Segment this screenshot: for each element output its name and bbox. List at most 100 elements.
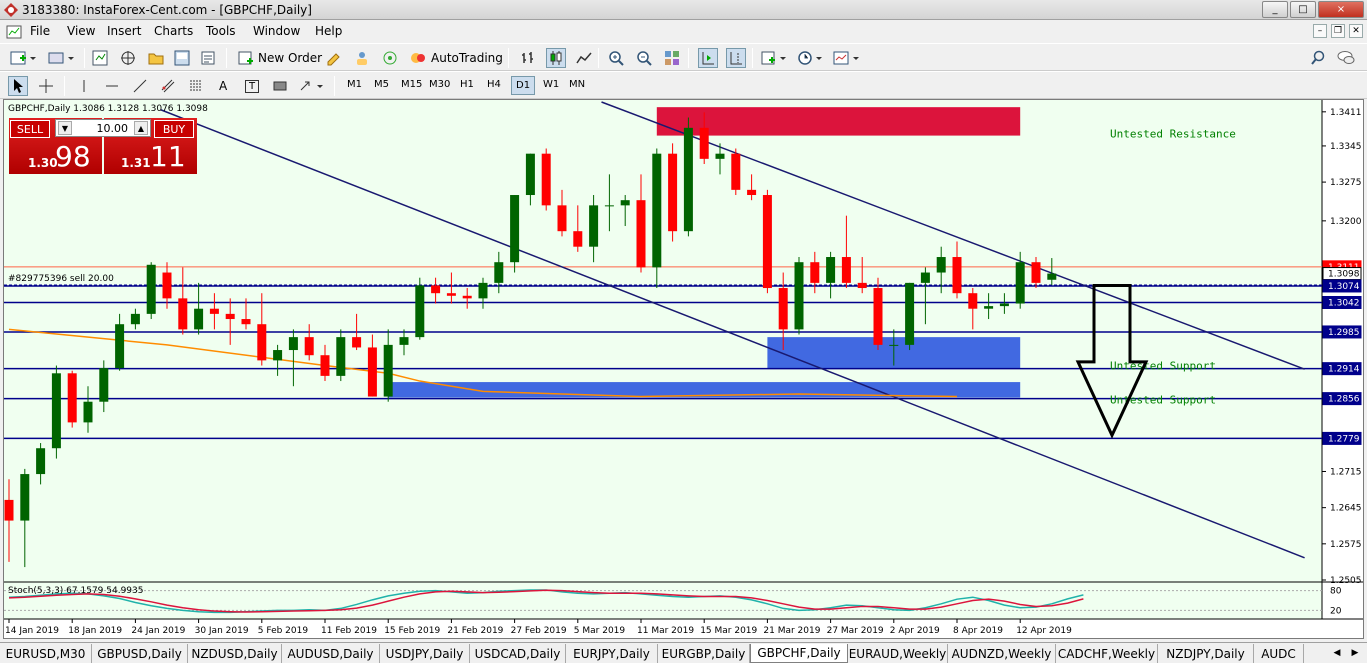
chart-window[interactable]: Untested Resistance Untested Support Untes… bbox=[3, 99, 1364, 639]
arrows-tool-button[interactable] bbox=[298, 76, 328, 96]
timeframe-d1[interactable]: D1 bbox=[511, 76, 536, 95]
menu-file[interactable]: File bbox=[30, 24, 50, 38]
chart-tab-0[interactable]: EURUSD,M30 bbox=[0, 644, 92, 663]
zoom-out-button[interactable] bbox=[634, 48, 654, 68]
profiles-button[interactable] bbox=[46, 48, 78, 68]
timeframe-w1[interactable]: W1 bbox=[543, 79, 559, 90]
mdi-minimize-button[interactable]: – bbox=[1313, 24, 1327, 38]
new-order-button[interactable]: New Order bbox=[258, 51, 322, 65]
chart-tab-1[interactable]: GBPUSD,Daily bbox=[92, 644, 188, 663]
terminal-button[interactable] bbox=[172, 48, 192, 68]
timeframe-m15[interactable]: M15 bbox=[401, 79, 422, 90]
zoom-in-button[interactable] bbox=[606, 48, 626, 68]
menu-view[interactable]: View bbox=[67, 24, 95, 38]
periods-button[interactable] bbox=[796, 48, 826, 68]
signals-button[interactable] bbox=[352, 48, 372, 68]
chat-button[interactable] bbox=[1336, 48, 1356, 68]
menu-insert[interactable]: Insert bbox=[107, 24, 141, 38]
timeframe-m30[interactable]: M30 bbox=[429, 79, 450, 90]
chart-tab-9[interactable]: EURAUD,Weekly bbox=[848, 644, 948, 663]
navigator-button[interactable] bbox=[118, 48, 138, 68]
menu-charts[interactable]: Charts bbox=[154, 24, 193, 38]
fibonacci-tool-button[interactable] bbox=[186, 76, 206, 96]
chart-tab-11[interactable]: CADCHF,Weekly bbox=[1056, 644, 1158, 663]
candle-body bbox=[525, 153, 535, 196]
bar-chart-button[interactable] bbox=[518, 48, 538, 68]
horizontal-line-tool-button[interactable] bbox=[102, 76, 122, 96]
chart-tab-5[interactable]: USDCAD,Daily bbox=[470, 644, 566, 663]
chart-tab-6[interactable]: EURJPY,Daily bbox=[566, 644, 658, 663]
lot-decrease-button[interactable]: ▼ bbox=[58, 121, 72, 135]
trendline-tool-button[interactable] bbox=[130, 76, 150, 96]
candle-body bbox=[178, 298, 188, 330]
chart-tab-12[interactable]: NZDJPY,Daily bbox=[1158, 644, 1254, 663]
tab-scroll-right-button[interactable]: ▶ bbox=[1348, 646, 1362, 660]
candle-body bbox=[936, 257, 946, 273]
crosshair-tool-button[interactable] bbox=[36, 76, 56, 96]
search-button[interactable] bbox=[1308, 48, 1328, 68]
mdi-close-button[interactable]: ✕ bbox=[1349, 24, 1363, 38]
candle-body bbox=[288, 337, 298, 351]
cursor-tool-button[interactable] bbox=[8, 76, 28, 96]
timeframe-mn[interactable]: MN bbox=[569, 79, 585, 90]
tile-windows-button[interactable] bbox=[662, 48, 682, 68]
timeframe-m1[interactable]: M1 bbox=[347, 79, 362, 90]
autotrading-icon-button[interactable] bbox=[408, 48, 428, 68]
chart-tab-3[interactable]: AUDUSD,Daily bbox=[282, 644, 380, 663]
strategy-tester-button[interactable] bbox=[198, 48, 218, 68]
x-label-15: 8 Apr 2019 bbox=[953, 626, 1003, 636]
timeframe-h1[interactable]: H1 bbox=[460, 79, 474, 90]
label-tool-button[interactable]: T bbox=[242, 76, 262, 96]
y-tick-label-12: 1.2575 bbox=[1330, 540, 1362, 550]
lot-size-input[interactable]: ▼ 10.00 ▲ bbox=[55, 119, 151, 137]
new-chart-button[interactable] bbox=[8, 48, 40, 68]
buy-button[interactable]: BUY bbox=[154, 120, 194, 138]
candle-body bbox=[146, 264, 156, 314]
menu-help[interactable]: Help bbox=[315, 24, 342, 38]
mdi-restore-button[interactable]: ❐ bbox=[1331, 24, 1345, 38]
y-tick-label-11: 1.2645 bbox=[1330, 504, 1362, 514]
order-line-label: #829775396 sell 20.00 bbox=[8, 274, 114, 284]
chart-tab-4[interactable]: USDJPY,Daily bbox=[380, 644, 470, 663]
menu-tools[interactable]: Tools bbox=[206, 24, 236, 38]
indicators-button[interactable] bbox=[760, 48, 790, 68]
maximize-button[interactable]: □ bbox=[1290, 1, 1316, 18]
timeframe-m5[interactable]: M5 bbox=[374, 79, 389, 90]
lot-increase-button[interactable]: ▲ bbox=[134, 121, 148, 135]
radio-button[interactable] bbox=[380, 48, 400, 68]
candle-50 bbox=[794, 257, 804, 335]
vertical-line-tool-button[interactable] bbox=[74, 76, 94, 96]
candle-body bbox=[731, 153, 741, 190]
autotrading-button[interactable]: AutoTrading bbox=[431, 51, 503, 65]
minimize-button[interactable]: _ bbox=[1262, 1, 1288, 18]
market-watch-button[interactable] bbox=[90, 48, 110, 68]
x-label-16: 12 Apr 2019 bbox=[1016, 626, 1072, 636]
line-chart-button[interactable] bbox=[574, 48, 594, 68]
price-chart[interactable]: Untested ResistanceUntested SupportUntes… bbox=[4, 100, 1363, 638]
candlestick-button[interactable] bbox=[546, 48, 566, 68]
timeframe-h4[interactable]: H4 bbox=[487, 79, 501, 90]
auto-scroll-button[interactable] bbox=[698, 48, 718, 68]
new-order-icon-button[interactable] bbox=[236, 48, 256, 68]
chart-tab-7[interactable]: EURGBP,Daily bbox=[658, 644, 750, 663]
chart-tab-10[interactable]: AUDNZD,Weekly bbox=[948, 644, 1056, 663]
templates-button[interactable] bbox=[832, 48, 862, 68]
candle-body bbox=[889, 344, 899, 346]
metaeditor-button[interactable] bbox=[324, 48, 344, 68]
data-window-button[interactable] bbox=[146, 48, 166, 68]
text-tool-button[interactable]: A bbox=[219, 79, 227, 93]
chart-tab-8[interactable]: GBPCHF,Daily bbox=[750, 644, 848, 663]
chart-shift-button[interactable] bbox=[726, 48, 746, 68]
sell-button[interactable]: SELL bbox=[10, 120, 50, 138]
close-button[interactable]: × bbox=[1318, 1, 1364, 18]
buy-price-big: 11 bbox=[150, 140, 186, 173]
rectangle-tool-button[interactable] bbox=[270, 76, 290, 96]
channel-icon bbox=[161, 79, 175, 93]
menu-window[interactable]: Window bbox=[253, 24, 300, 38]
candle-body bbox=[241, 319, 251, 325]
chart-tab-13[interactable]: AUDC bbox=[1254, 644, 1304, 663]
chart-tab-2[interactable]: NZDUSD,Daily bbox=[188, 644, 282, 663]
channel-tool-button[interactable] bbox=[158, 76, 178, 96]
auto-scroll-icon bbox=[702, 52, 714, 65]
tab-scroll-left-button[interactable]: ◀ bbox=[1330, 646, 1344, 660]
